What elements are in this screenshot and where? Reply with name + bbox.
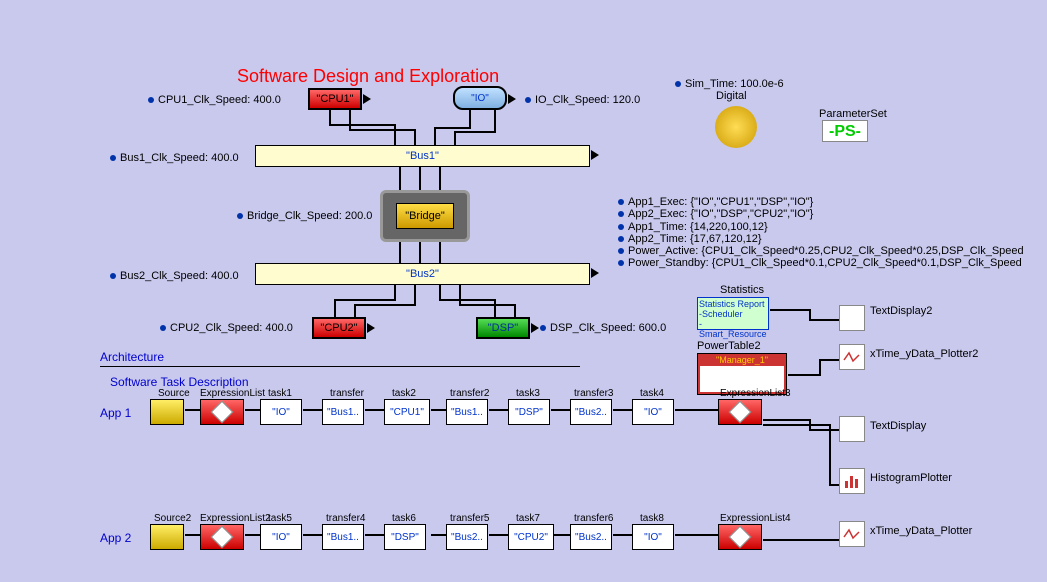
task3-block[interactable]: "DSP" <box>508 399 550 425</box>
exprlist3-label: ExpressionList3 <box>720 388 791 399</box>
param-bus1: Bus1_Clk_Speed: 400.0 <box>110 152 239 164</box>
parameterset-block[interactable]: -PS- <box>822 120 868 142</box>
transfer5-label: transfer5 <box>450 513 489 524</box>
transfer3-label: transfer3 <box>574 388 613 399</box>
transfer5-block[interactable]: "Bus2.. <box>446 524 488 550</box>
task6-label: task6 <box>392 513 416 524</box>
textdisplay2-label: TextDisplay2 <box>870 305 932 317</box>
textdisplay-block[interactable] <box>839 416 865 442</box>
task1-block[interactable]: "IO" <box>260 399 302 425</box>
task5-label: task5 <box>268 513 292 524</box>
task7-block[interactable]: "CPU2" <box>508 524 554 550</box>
exprlist2-label: ExpressionList2 <box>200 513 271 524</box>
transfer4-block[interactable]: "Bus1.. <box>322 524 364 550</box>
transfer3-block[interactable]: "Bus2.. <box>570 399 612 425</box>
transfer4-label: transfer4 <box>326 513 365 524</box>
transfer-block[interactable]: "Bus1.. <box>322 399 364 425</box>
architecture-label: Architecture <box>100 350 164 364</box>
transfer2-label: transfer2 <box>450 388 489 399</box>
param-dsp: DSP_Clk_Speed: 600.0 <box>540 322 666 334</box>
param-app1-time: App1_Time: {14,220,100,12} <box>618 221 768 233</box>
param-power-standby: Power_Standby: {CPU1_Clk_Speed*0.1,CPU2_… <box>618 257 1022 269</box>
param-cpu2: CPU2_Clk_Speed: 400.0 <box>160 322 293 334</box>
param-sim-time: Sim_Time: 100.0e-6 <box>675 78 784 90</box>
paramset-label: ParameterSet <box>819 108 887 120</box>
plotter2-block[interactable] <box>839 344 865 370</box>
app1-label: App 1 <box>100 406 131 420</box>
task3-label: task3 <box>516 388 540 399</box>
param-power-active: Power_Active: {CPU1_Clk_Speed*0.25,CPU2_… <box>618 245 1024 257</box>
block-bus1[interactable]: "Bus1" <box>255 145 590 167</box>
exprlist4-label: ExpressionList4 <box>720 513 791 524</box>
task8-block[interactable]: "IO" <box>632 524 674 550</box>
task7-label: task7 <box>516 513 540 524</box>
source-label: Source <box>158 388 190 399</box>
main-title: Software Design and Exploration <box>237 66 499 87</box>
powertable-label: PowerTable2 <box>697 340 761 352</box>
task6-block[interactable]: "DSP" <box>384 524 426 550</box>
task5-block[interactable]: "IO" <box>260 524 302 550</box>
exprlist2-block[interactable] <box>200 524 244 550</box>
statistics-label: Statistics <box>720 284 764 296</box>
source-block[interactable] <box>150 399 184 425</box>
histogram-label: HistogramPlotter <box>870 472 952 484</box>
exprlist3-block[interactable] <box>718 399 762 425</box>
digital-icon[interactable] <box>715 106 757 148</box>
transfer6-block[interactable]: "Bus2.. <box>570 524 612 550</box>
histogram-block[interactable] <box>839 468 865 494</box>
task2-label: task2 <box>392 388 416 399</box>
app2-label: App 2 <box>100 531 131 545</box>
block-bus2[interactable]: "Bus2" <box>255 263 590 285</box>
exprlist-block[interactable] <box>200 399 244 425</box>
wire-layer <box>0 0 1047 582</box>
block-bridge[interactable]: "Bridge" <box>380 190 470 242</box>
transfer2-block[interactable]: "Bus1.. <box>446 399 488 425</box>
software-task-label: Software Task Description <box>110 375 249 389</box>
block-cpu2[interactable]: "CPU2" <box>312 317 366 339</box>
task4-label: task4 <box>640 388 664 399</box>
param-cpu1: CPU1_Clk_Speed: 400.0 <box>148 94 281 106</box>
param-io: IO_Clk_Speed: 120.0 <box>525 94 640 106</box>
exprlist-label: ExpressionList <box>200 388 265 399</box>
param-bridge: Bridge_Clk_Speed: 200.0 <box>237 210 372 222</box>
block-dsp[interactable]: "DSP" <box>476 317 530 339</box>
plotter-label: xTime_yData_Plotter <box>870 525 972 537</box>
source2-block[interactable] <box>150 524 184 550</box>
param-app2-time: App2_Time: {17,67,120,12} <box>618 233 762 245</box>
digital-label: Digital <box>716 90 747 102</box>
task2-block[interactable]: "CPU1" <box>384 399 430 425</box>
textdisplay2-block[interactable] <box>839 305 865 331</box>
plotter2-label: xTime_yData_Plotter2 <box>870 348 978 360</box>
transfer6-label: transfer6 <box>574 513 613 524</box>
source2-label: Source2 <box>154 513 191 524</box>
param-app2-exec: App2_Exec: {"IO","DSP","CPU2","IO"} <box>618 208 813 220</box>
plotter-block[interactable] <box>839 521 865 547</box>
task4-block[interactable]: "IO" <box>632 399 674 425</box>
block-io[interactable]: "IO" <box>453 86 507 110</box>
textdisplay-label: TextDisplay <box>870 420 926 432</box>
divider <box>100 366 580 367</box>
transfer-label: transfer <box>330 388 364 399</box>
task8-label: task8 <box>640 513 664 524</box>
statistics-block[interactable]: Statistics Report -Scheduler -Smart_Reso… <box>697 297 769 330</box>
task1-label: task1 <box>268 388 292 399</box>
param-app1-exec: App1_Exec: {"IO","CPU1","DSP","IO"} <box>618 196 813 208</box>
block-cpu1[interactable]: "CPU1" <box>308 88 362 110</box>
exprlist4-block[interactable] <box>718 524 762 550</box>
diagram-canvas: Software Design and Exploration CPU1_Clk… <box>0 0 1047 582</box>
param-bus2: Bus2_Clk_Speed: 400.0 <box>110 270 239 282</box>
